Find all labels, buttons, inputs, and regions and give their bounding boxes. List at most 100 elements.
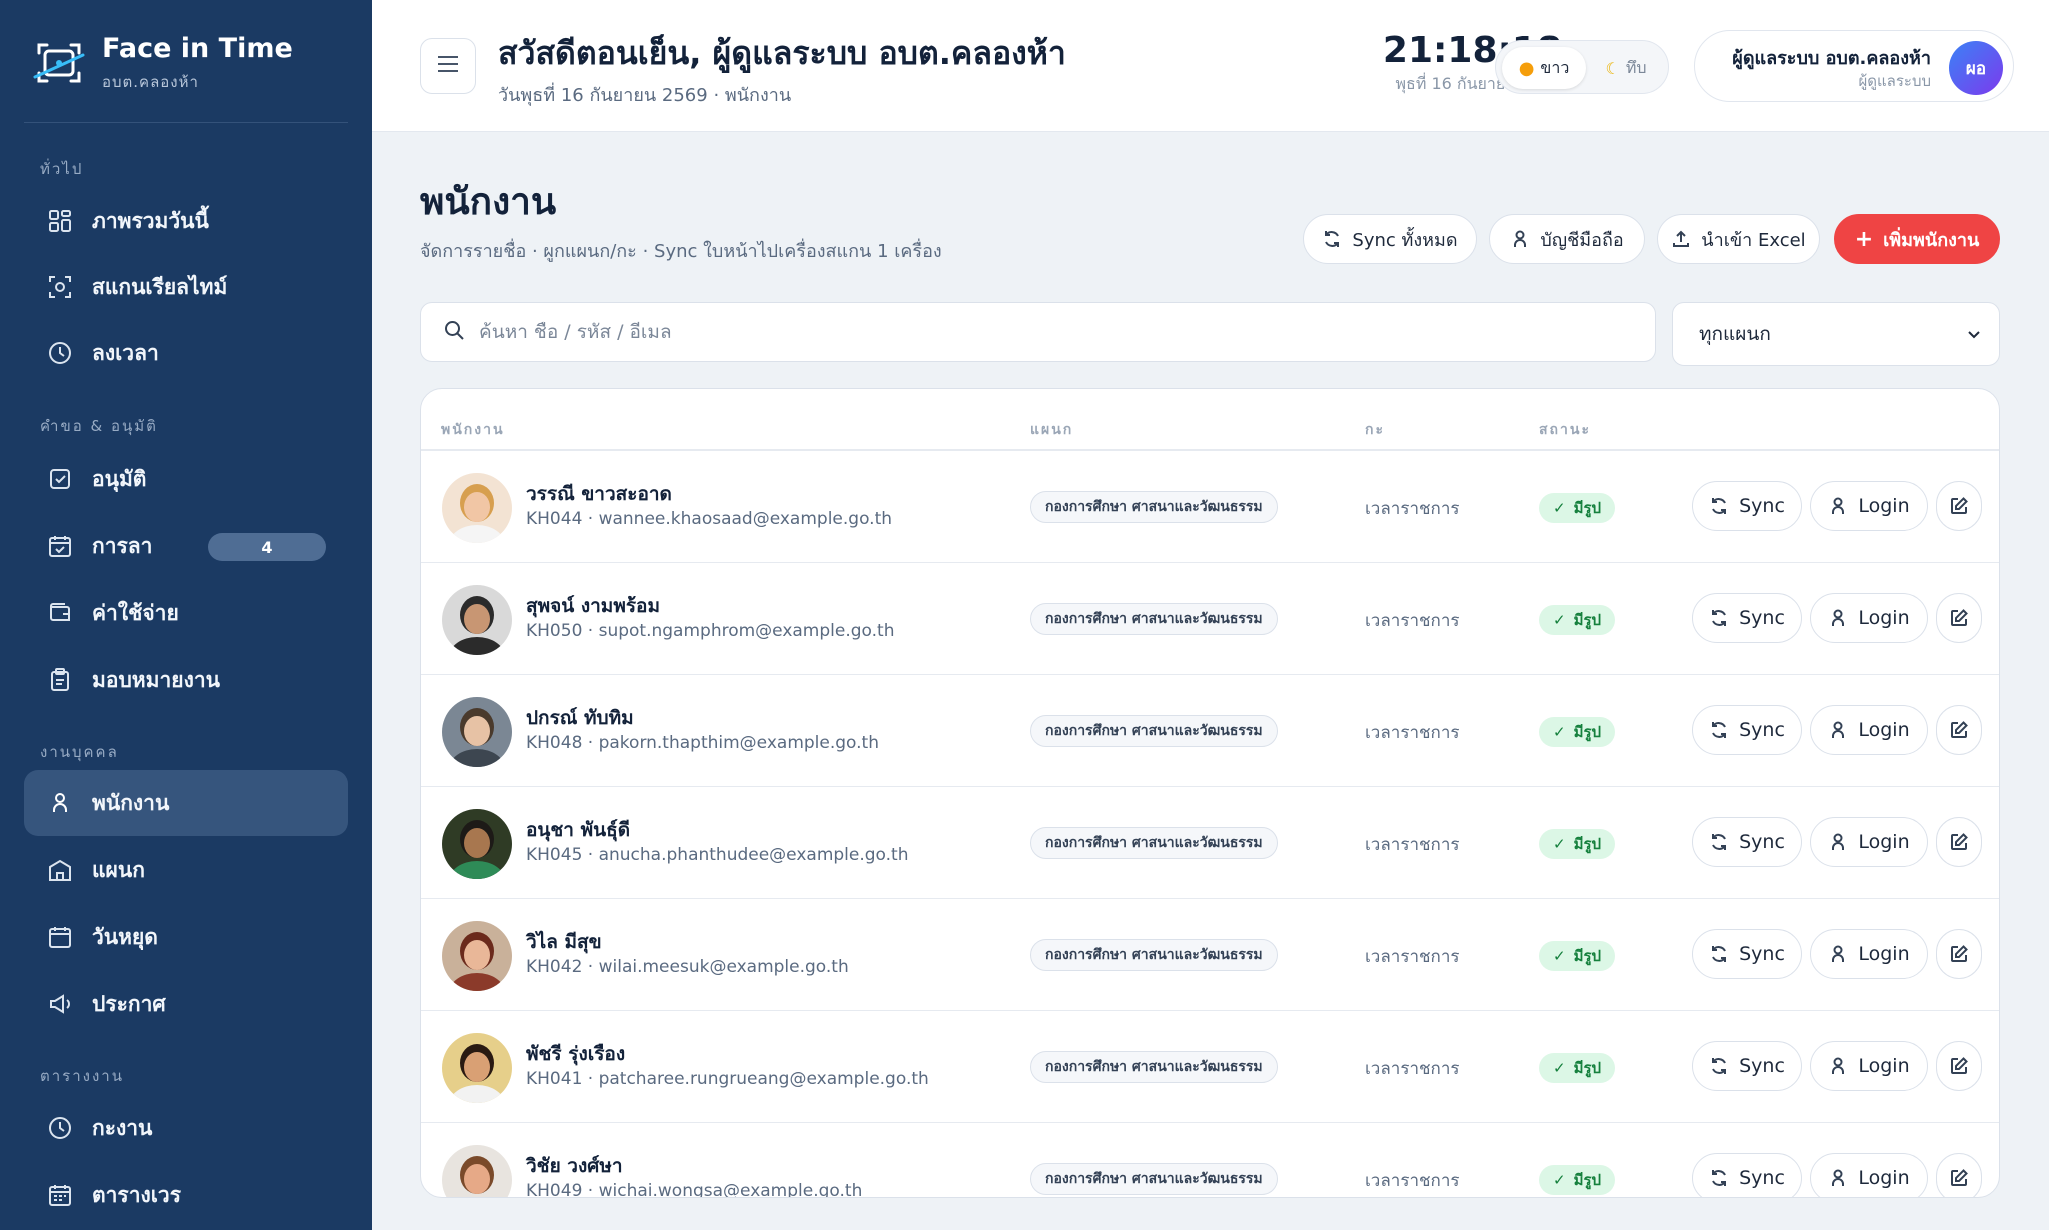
- calendar-icon: [46, 923, 74, 951]
- table-row[interactable]: พัชรี รุ่งเรือง KH041 · patcharee.rungrue…: [421, 1011, 1999, 1123]
- sidebar-item-label: วันหยุด: [92, 924, 158, 949]
- search-input[interactable]: [479, 321, 1579, 343]
- column-header-status: สถานะ: [1539, 422, 1591, 438]
- login-button[interactable]: Login: [1810, 481, 1928, 531]
- edit-button[interactable]: [1936, 481, 1982, 531]
- edit-button[interactable]: [1936, 1153, 1982, 1197]
- sidebar-item-departments[interactable]: แผนก: [24, 837, 348, 903]
- sidebar-item-shifts[interactable]: กะงาน: [24, 1095, 348, 1161]
- login-label: Login: [1858, 831, 1910, 853]
- sidebar-item-employees[interactable]: พนักงาน: [24, 770, 348, 836]
- login-button[interactable]: Login: [1810, 817, 1928, 867]
- edit-button[interactable]: [1936, 1041, 1982, 1091]
- check-icon: ✓: [1553, 611, 1566, 629]
- check-icon: ✓: [1553, 947, 1566, 965]
- status-label: มีรูป: [1573, 1059, 1602, 1077]
- table-row[interactable]: วิชัย วงศ์ษา KH049 · wichai.wongsa@exampl…: [421, 1123, 1999, 1197]
- status-badge: ✓ มีรูป: [1539, 717, 1616, 747]
- user-icon: [1828, 496, 1848, 516]
- brand-divider: [24, 122, 348, 123]
- table-row[interactable]: วิไล มีสุข KH042 · wilai.meesuk@example.g…: [421, 899, 1999, 1011]
- login-button[interactable]: Login: [1810, 1041, 1928, 1091]
- user-icon: [1828, 1056, 1848, 1076]
- theme-dark-label: ทึบ: [1625, 57, 1647, 77]
- table-row[interactable]: สุพจน์ งามพร้อม KH050 · supot.ngamphrom@e…: [421, 563, 1999, 675]
- sidebar-item-announcements[interactable]: ประกาศ: [24, 971, 348, 1037]
- nav-section-schedule: ตารางงาน: [40, 1067, 124, 1085]
- import-excel-button[interactable]: นำเข้า Excel: [1657, 214, 1820, 264]
- refresh-icon: [1709, 832, 1729, 852]
- nav-section-requests: คำขอ & อนุมัติ: [40, 417, 158, 435]
- sidebar-item-rotation[interactable]: ตารางเวร: [24, 1162, 348, 1228]
- employee-avatar: [442, 697, 512, 767]
- sync-button[interactable]: Sync: [1692, 593, 1802, 643]
- check-icon: ✓: [1553, 835, 1566, 853]
- status-badge: ✓ มีรูป: [1539, 1165, 1616, 1195]
- sidebar-item-holidays[interactable]: วันหยุด: [24, 904, 348, 970]
- shift-label: เวลาราชการ: [1365, 1059, 1460, 1079]
- refresh-icon: [1709, 944, 1729, 964]
- department-badge: กองการศึกษา ศาสนาและวัฒนธรรม: [1030, 1163, 1278, 1195]
- status-badge: ✓ มีรูป: [1539, 941, 1616, 971]
- login-button[interactable]: Login: [1810, 1153, 1928, 1197]
- import-excel-label: นำเข้า Excel: [1701, 229, 1806, 251]
- sidebar-item-assignments[interactable]: มอบหมายงาน: [24, 647, 348, 713]
- edit-button[interactable]: [1936, 817, 1982, 867]
- calendar-check-icon: [46, 532, 74, 560]
- refresh-icon: [1709, 1168, 1729, 1188]
- shift-label: เวลาราชการ: [1365, 723, 1460, 743]
- theme-light-option[interactable]: ● ขาว: [1502, 47, 1586, 89]
- theme-light-label: ขาว: [1540, 57, 1570, 77]
- refresh-icon: [1709, 1056, 1729, 1076]
- login-button[interactable]: Login: [1810, 929, 1928, 979]
- mobile-accounts-button[interactable]: บัญชีมือถือ: [1489, 214, 1645, 264]
- sync-button[interactable]: Sync: [1692, 1153, 1802, 1197]
- employee-code-email: KH045 · anucha.phanthudee@example.go.th: [526, 845, 909, 865]
- sidebar-item-label: ค่าใช้จ่าย: [92, 600, 179, 625]
- sidebar-item-realtime-scan[interactable]: สแกนเรียลไทม์: [24, 254, 348, 320]
- sync-all-button[interactable]: Sync ทั้งหมด: [1303, 214, 1477, 264]
- shift-label: เวลาราชการ: [1365, 835, 1460, 855]
- edit-button[interactable]: [1936, 929, 1982, 979]
- logo-icon: [30, 34, 88, 92]
- table-row[interactable]: ปกรณ์ ทับทิม KH048 · pakorn.thapthim@exam…: [421, 675, 1999, 787]
- login-label: Login: [1858, 1167, 1910, 1189]
- edit-button[interactable]: [1936, 705, 1982, 755]
- column-header-department: แผนก: [1030, 422, 1074, 438]
- table-row[interactable]: อนุชา พันธุ์ดี KH045 · anucha.phanthudee@…: [421, 787, 1999, 899]
- sidebar-item-label: การลา: [92, 533, 153, 558]
- user-menu[interactable]: ผู้ดูแลระบบ อบต.คลองห้า ผู้ดูแลระบบ ผอ: [1694, 30, 2014, 102]
- login-label: Login: [1858, 943, 1910, 965]
- sync-button[interactable]: Sync: [1692, 481, 1802, 531]
- sidebar-item-label: ภาพรวมวันนี้: [92, 208, 209, 233]
- sidebar-item-dashboard[interactable]: ภาพรวมวันนี้: [24, 188, 348, 254]
- department-filter-select[interactable]: ทุกแผนก: [1672, 302, 2000, 366]
- table-row[interactable]: วรรณี ขาวสะอาด KH044 · wannee.khaosaad@ex…: [421, 451, 1999, 563]
- add-employee-button[interactable]: + เพิ่มพนักงาน: [1834, 214, 2000, 264]
- menu-toggle-button[interactable]: [420, 38, 476, 94]
- brand[interactable]: Face in Time อบต.คลองห้า: [30, 32, 293, 94]
- theme-dark-option[interactable]: ☾ ทึบ: [1588, 47, 1664, 89]
- login-button[interactable]: Login: [1810, 705, 1928, 755]
- sidebar-item-label: สแกนเรียลไทม์: [92, 274, 228, 299]
- status-label: มีรูป: [1573, 835, 1602, 853]
- login-button[interactable]: Login: [1810, 593, 1928, 643]
- sidebar-item-approve[interactable]: อนุมัติ: [24, 446, 348, 512]
- employee-code-email: KH041 · patcharee.rungrueang@example.go.…: [526, 1069, 929, 1089]
- login-label: Login: [1858, 607, 1910, 629]
- sync-button[interactable]: Sync: [1692, 929, 1802, 979]
- brand-subtitle: อบต.คลองห้า: [102, 73, 199, 91]
- employee-avatar: [442, 921, 512, 991]
- check-icon: ✓: [1553, 499, 1566, 517]
- sync-button[interactable]: Sync: [1692, 705, 1802, 755]
- sidebar-item-expenses[interactable]: ค่าใช้จ่าย: [24, 580, 348, 646]
- sync-button[interactable]: Sync: [1692, 817, 1802, 867]
- sidebar-item-clock-in[interactable]: ลงเวลา: [24, 320, 348, 386]
- hamburger-icon: [436, 54, 460, 78]
- sidebar-item-leave[interactable]: การลา 4: [24, 513, 348, 579]
- login-label: Login: [1858, 495, 1910, 517]
- sync-button[interactable]: Sync: [1692, 1041, 1802, 1091]
- edit-button[interactable]: [1936, 593, 1982, 643]
- sidebar-item-label: กะงาน: [92, 1115, 153, 1140]
- employee-name: วิไล มีสุข: [526, 931, 602, 953]
